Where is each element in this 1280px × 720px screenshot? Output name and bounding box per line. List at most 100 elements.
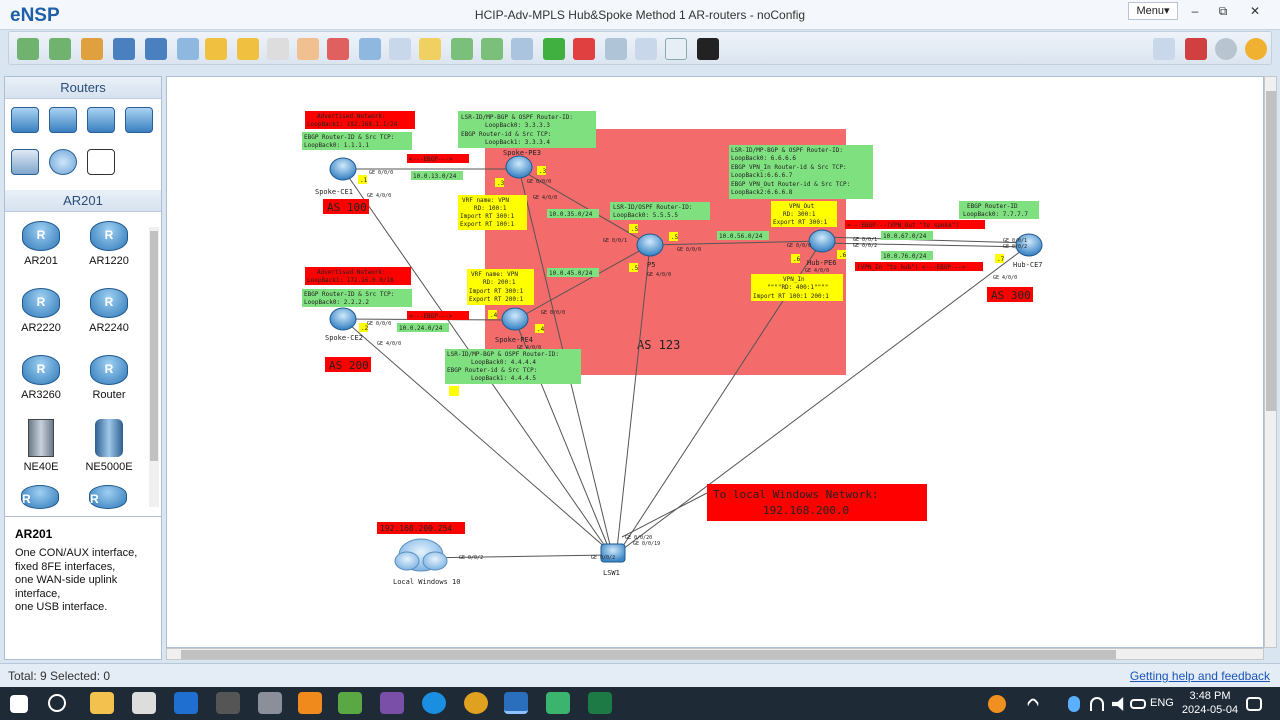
start-device-icon[interactable] xyxy=(543,38,565,60)
device-ar1220[interactable]: AR1220 xyxy=(79,221,139,267)
ar201-header[interactable]: AR201 xyxy=(5,190,161,212)
note-pe6-ids[interactable]: LSR-ID/MP-BGP & OSPF Router-ID: LoopBack… xyxy=(729,145,873,199)
excel-icon[interactable] xyxy=(588,692,612,714)
store-icon[interactable] xyxy=(132,692,156,714)
routers-header[interactable]: Routers xyxy=(5,77,161,99)
help-feedback-link[interactable]: Getting help and feedback xyxy=(1130,669,1270,683)
redo-icon[interactable] xyxy=(237,38,259,60)
net-label-24[interactable]: 10.0.24.0/24 xyxy=(397,323,449,332)
panel-scroll-thumb[interactable] xyxy=(150,231,158,461)
ebgp-24-label[interactable]: <---EBGP---> xyxy=(407,311,469,320)
battery-icon[interactable] xyxy=(1130,699,1146,709)
wifi-icon[interactable] xyxy=(1090,697,1104,711)
undo-icon[interactable] xyxy=(205,38,227,60)
vertical-scroll-thumb[interactable] xyxy=(1266,91,1276,411)
cloud-local-windows[interactable]: Local Windows 10 xyxy=(393,538,460,586)
router-spoke-ce1[interactable]: Spoke-CE1 xyxy=(315,157,357,196)
canvas-horizontal-scrollbar[interactable] xyxy=(166,648,1264,660)
delete-link-icon[interactable] xyxy=(359,38,381,60)
zoom-in-icon[interactable] xyxy=(451,38,473,60)
windows-network-note[interactable]: To local Windows Network: 192.168.200.0 xyxy=(707,484,927,521)
chrome-icon[interactable] xyxy=(464,692,488,714)
file-explorer-icon[interactable] xyxy=(90,692,114,714)
note-vpn-out[interactable]: VPN_Out RD: 300:1 Export RT 300:1 xyxy=(771,201,837,227)
open-icon[interactable] xyxy=(81,38,103,60)
note-pe4-vrf[interactable]: VRF name: VPN RD: 200:1 Import RT 300:1 … xyxy=(467,269,534,305)
search-icon[interactable] xyxy=(48,694,66,712)
net-label-67[interactable]: 10.0.67.0/24 xyxy=(881,231,933,240)
note-ce2-ebgp[interactable]: EBGP Router-ID & Src TCP: LoopBack0: 2.2… xyxy=(302,289,412,307)
minimize-button[interactable]: – xyxy=(1182,2,1208,20)
connection-category-icon[interactable] xyxy=(87,149,115,175)
link-cloud-lsw[interactable] xyxy=(418,554,608,559)
net-label-45[interactable]: 10.0.45.0/24 xyxy=(547,268,599,277)
save-as-icon[interactable] xyxy=(145,38,167,60)
device-router[interactable]: Router xyxy=(79,355,139,401)
bluetooth-icon[interactable] xyxy=(1068,696,1080,712)
net-label-56[interactable]: 10.0.56.0/24 xyxy=(717,231,769,240)
ebgp-out-label[interactable]: <---EBGP---(VPN_Out "to spoke") xyxy=(845,220,985,229)
help-icon[interactable] xyxy=(1245,38,1267,60)
note-ce1-adv[interactable]: Advertised Network: LoopBack1: 192.168.1… xyxy=(305,111,415,129)
notifications-icon[interactable] xyxy=(1246,697,1262,711)
switch-category-icon[interactable] xyxy=(49,107,77,133)
link-lsw-windows[interactable] xyxy=(621,492,708,538)
topology-canvas[interactable]: AS 123 Spoke-CE1 Spoke-PE3 Spoke-CE2 Spo… xyxy=(166,76,1264,648)
lan-ip-label[interactable]: 192.168.200.254 xyxy=(377,522,465,534)
net-label-35[interactable]: 10.0.35.0/24 xyxy=(547,209,599,218)
horizontal-scroll-thumb[interactable] xyxy=(181,650,1116,659)
app-icon[interactable] xyxy=(216,692,240,714)
note-pe3-ids[interactable]: LSR-ID/MP-BGP & OSPF Router-ID: LoopBack… xyxy=(458,111,596,148)
note-p5-ids[interactable]: LSR-ID/OSPF Router-ID: LoopBack0: 5.5.5.… xyxy=(610,202,710,220)
volume-icon[interactable] xyxy=(1112,697,1124,711)
vlc-icon[interactable] xyxy=(298,692,322,714)
net-label-13[interactable]: 10.0.13.0/24 xyxy=(411,171,463,180)
notification-app-icon[interactable] xyxy=(988,695,1006,713)
note-vpn-in[interactable]: VPN_In """"RD: 400:1"""" Import RT 100:1… xyxy=(751,274,843,301)
note-pe4-ids[interactable]: LSR-ID/MP-BGP & OSPF Router-ID: LoopBack… xyxy=(445,349,581,384)
huawei-icon[interactable] xyxy=(1185,38,1207,60)
router-spoke-ce2[interactable]: Spoke-CE2 xyxy=(325,307,363,342)
as100-badge[interactable]: AS 100 xyxy=(323,199,369,214)
chat-icon[interactable] xyxy=(1153,38,1175,60)
outlook-icon[interactable] xyxy=(174,692,198,714)
ebgp-in-label[interactable]: (VPN_In "to hub") <---EBGP---> xyxy=(855,262,983,271)
drag-hand-icon[interactable] xyxy=(297,38,319,60)
clock[interactable]: 3:48 PM 2024-05-04 xyxy=(1180,689,1240,717)
rectangle-icon[interactable] xyxy=(419,38,441,60)
note-pe3-vrf[interactable]: VRF name: VPN RD: 100:1 Import RT 300:1 … xyxy=(458,195,527,230)
canvas-vertical-scrollbar[interactable] xyxy=(1264,76,1277,648)
wireless-category-icon[interactable] xyxy=(87,107,115,133)
language-indicator[interactable]: ENG xyxy=(1150,697,1174,709)
router-icon[interactable] xyxy=(89,485,127,509)
device-ne40e[interactable]: NE40E xyxy=(11,419,71,473)
cli-icon[interactable] xyxy=(697,38,719,60)
new-example-icon[interactable] xyxy=(49,38,71,60)
note-ce1-ebgp[interactable]: EBGP Router-ID & Src TCP: LoopBack0: 1.1… xyxy=(302,132,412,150)
device-ar2220[interactable]: AR2220 xyxy=(11,288,71,334)
new-topology-icon[interactable] xyxy=(17,38,39,60)
app-icon[interactable] xyxy=(258,692,282,714)
panel-scrollbar[interactable] xyxy=(149,227,159,507)
chevron-up-icon[interactable] xyxy=(1025,696,1041,712)
stop-device-icon[interactable] xyxy=(573,38,595,60)
cloud-category-icon[interactable] xyxy=(49,149,77,175)
router-category-icon[interactable] xyxy=(11,107,39,133)
fit-icon[interactable] xyxy=(511,38,533,60)
app-icon[interactable] xyxy=(546,692,570,714)
ensp-taskbar-icon[interactable] xyxy=(504,692,528,714)
note-ce2-adv[interactable]: Advertised Network: LoopBack1: 172.16.0.… xyxy=(305,267,411,285)
ebgp-13-label[interactable]: <---EBGP---> xyxy=(407,154,469,163)
firewall-category-icon[interactable] xyxy=(125,107,153,133)
notepad-icon[interactable] xyxy=(338,692,362,714)
settings-gear-icon[interactable] xyxy=(1215,38,1237,60)
router-icon[interactable] xyxy=(21,485,59,509)
device-ar201[interactable]: AR201 xyxy=(11,221,71,267)
app-icon[interactable] xyxy=(380,692,404,714)
topology-icon[interactable] xyxy=(635,38,657,60)
empty-note[interactable] xyxy=(449,386,459,396)
select-icon[interactable] xyxy=(267,38,289,60)
text-icon[interactable] xyxy=(389,38,411,60)
save-icon[interactable] xyxy=(113,38,135,60)
grid-icon[interactable] xyxy=(665,38,687,60)
